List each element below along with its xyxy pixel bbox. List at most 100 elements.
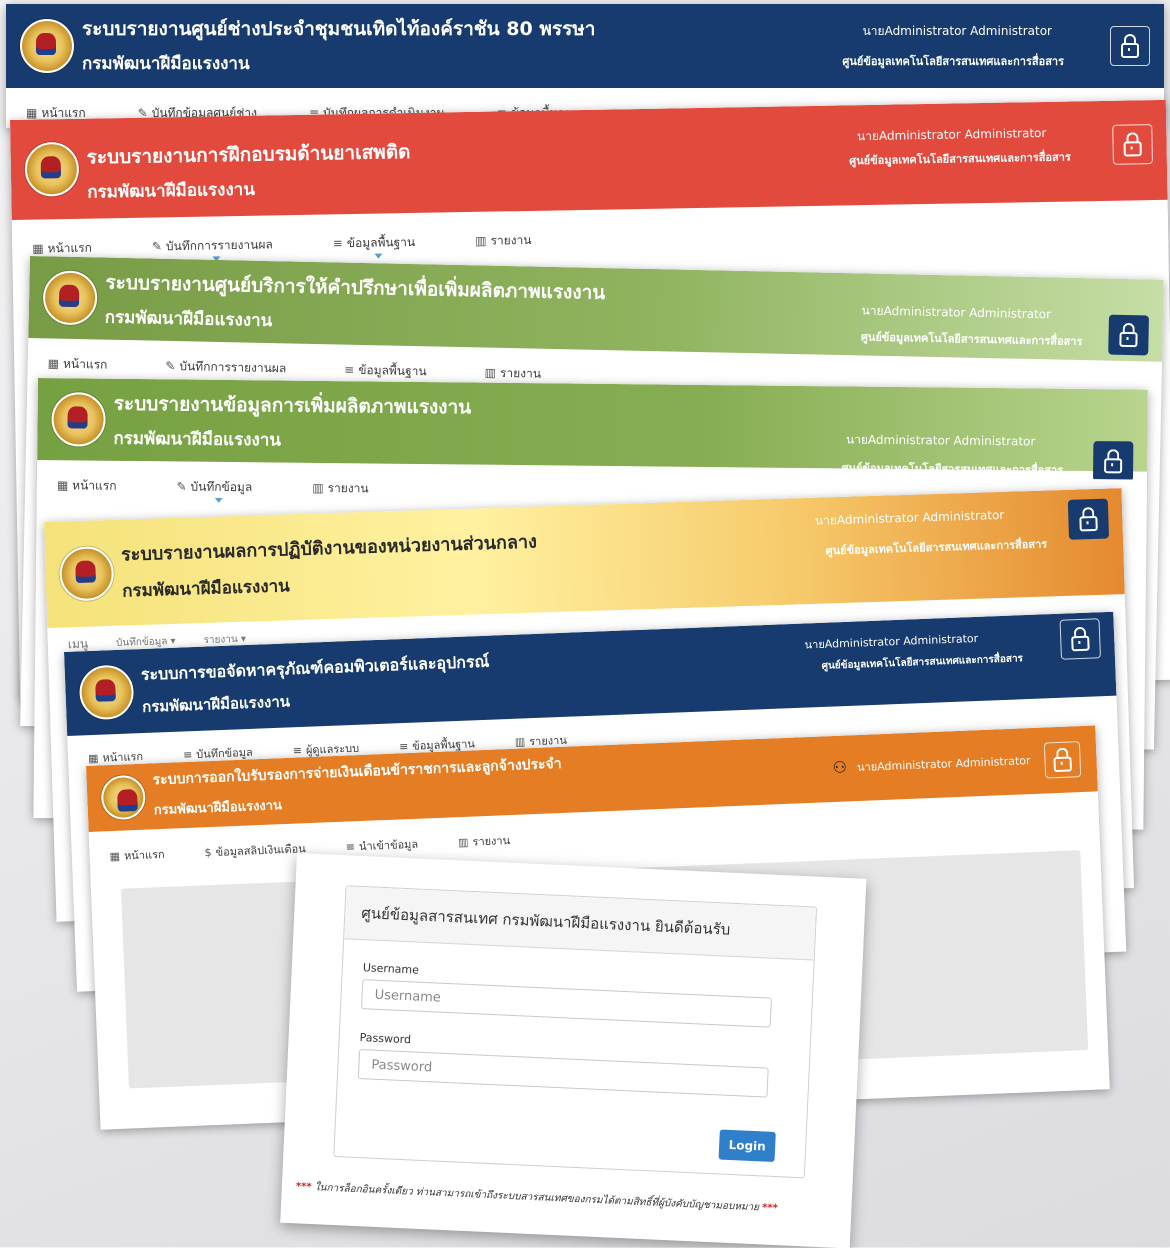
app-header: ระบบรายงานศูนย์ช่างประจำชุมชนเทิดไท้องค์… [6, 4, 1164, 88]
list-icon: ≡ [292, 743, 303, 758]
org-name: ศูนย์ข้อมูลเทคโนโลยีสารสนเทศและการสื่อสา… [825, 537, 1048, 558]
nav-home[interactable]: ▦ หน้าแรก [109, 845, 165, 865]
nav-base-data[interactable]: ≡ข้อมูลพื้นฐาน [333, 232, 416, 252]
nav-record-report[interactable]: ✎ บันทึกการรายงานผล [152, 235, 273, 256]
nav-report[interactable]: ▥รายงาน [475, 230, 532, 250]
note-marker-end: *** [761, 1202, 779, 1215]
edit-icon: ✎ [151, 238, 163, 254]
note-text: ในการล็อกอินครั้งเดียว ท่านสามารถเข้าถึง… [314, 1182, 760, 1214]
user-name: นายAdministrator Administrator [856, 125, 1047, 144]
dsd-logo-icon [78, 664, 135, 721]
nav-home[interactable]: ▦ หน้าแรก [57, 476, 117, 496]
app-title: ระบบรายงานผลการปฏิบัติงานของหน่วยงานส่วน… [120, 531, 538, 566]
nav-payslip[interactable]: $ ข้อมูลสลิปเงินเดือน [204, 839, 306, 861]
nav-base-data[interactable]: ≡ข้อมูลพื้นฐาน [344, 360, 427, 381]
user-name: นายAdministrator Administrator [861, 303, 1052, 322]
username-input[interactable]: Username [360, 979, 772, 1028]
user-name: นายAdministrator Administrator [845, 432, 1036, 449]
org-name: ศูนย์ข้อมูลเทคโนโลยีสารสนเทศและการสื่อสา… [821, 653, 1024, 672]
list-icon: ≡ [182, 748, 193, 762]
logout-button[interactable] [1059, 618, 1102, 660]
user-name: นายAdministrator Administrator [804, 631, 979, 652]
dsd-logo-icon [51, 392, 106, 447]
password-input[interactable]: Password [357, 1049, 769, 1098]
list-icon: ≡ [398, 739, 409, 754]
lock-icon [1119, 331, 1138, 347]
logout-button[interactable] [1110, 26, 1150, 66]
note-marker-start: *** [295, 1181, 312, 1193]
login-heading: ศูนย์ข้อมูลสารสนเทศ กรมพัฒนาฝีมือแรงงาน … [344, 886, 817, 961]
dsd-logo-icon [58, 545, 115, 602]
app-title: ระบบรายงานข้อมูลการเพิ่มผลิตภาพแรงงาน [113, 392, 472, 419]
list-icon: ≡ [345, 840, 356, 854]
nav-report[interactable]: ▥รายงาน [484, 363, 542, 383]
dsd-logo-icon [100, 774, 147, 821]
dept-name: กรมพัฒนาฝีมือแรงงาน [87, 179, 256, 203]
bar-chart-icon: ▥ [475, 233, 487, 248]
grid-icon: ▦ [32, 240, 44, 256]
grid-icon: ▦ [109, 849, 121, 864]
bar-chart-icon: ▥ [312, 480, 324, 495]
username-label: Username [362, 961, 420, 977]
dept-name: กรมพัฒนาฝีมือแรงงาน [113, 428, 282, 451]
logout-button[interactable] [1108, 314, 1150, 356]
app-title: ระบบรายงานศูนย์ช่างประจำชุมชนเทิดไท้องค์… [82, 18, 596, 40]
dept-name: กรมพัฒนาฝีมือแรงงาน [141, 692, 291, 717]
lock-icon [1079, 515, 1098, 531]
user-name: นายAdministrator Administrator [862, 24, 1052, 38]
login-panel: ศูนย์ข้อมูลสารสนเทศ กรมพัฒนาฝีมือแรงงาน … [333, 885, 818, 1179]
password-label: Password [359, 1031, 412, 1047]
dept-name: กรมพัฒนาฝีมือแรงงาน [121, 576, 291, 602]
edit-icon: ✎ [176, 478, 187, 494]
logout-button[interactable] [1112, 124, 1153, 165]
app-header: ระบบรายงานข้อมูลการเพิ่มผลิตภาพแรงงาน กร… [37, 378, 1148, 482]
bar-chart-icon: ▥ [514, 735, 526, 749]
login-card: ศูนย์ข้อมูลสารสนเทศ กรมพัฒนาฝีมือแรงงาน … [280, 853, 867, 1248]
app-title: ระบบรายงานศูนย์บริการให้คำปรึกษาเพื่อเพิ… [105, 271, 606, 305]
login-note: *** ในการล็อกอินครั้งเดียว ท่านสามารถเข้… [296, 1179, 779, 1216]
nav-report[interactable]: ▥รายงาน [458, 831, 511, 851]
edit-icon: ✎ [165, 358, 176, 373]
grid-icon: ▦ [87, 751, 99, 766]
grid-icon: ▦ [56, 477, 69, 492]
dept-name: กรมพัฒนาฝีมือแรงงาน [153, 798, 283, 819]
app-title: ระบบการขอจัดหาครุภัณฑ์คอมพิวเตอร์และอุปก… [140, 651, 490, 685]
lock-icon [1104, 457, 1123, 473]
nav-bar: ▦ หน้าแรก ✎ บันทึกการรายงานผล ≡ ข้อมูลพื้นฐ… [11, 211, 1169, 266]
grid-icon: ▦ [26, 105, 38, 120]
dollar-icon: $ [204, 846, 212, 860]
nav-report[interactable]: ▥รายงาน [312, 478, 369, 498]
dept-name: กรมพัฒนาฝีมือแรงงาน [82, 54, 250, 74]
user-icon: ⚇ [832, 757, 848, 778]
logout-button[interactable] [1092, 441, 1134, 482]
nav-record-data[interactable]: ✎ บันทึกข้อมูล [176, 477, 252, 497]
list-icon: ≡ [344, 362, 355, 377]
list-icon: ≡ [332, 235, 343, 250]
org-name: ศูนย์ข้อมูลเทคโนโลยีสารสนเทศและการสื่อสา… [842, 55, 1064, 68]
grid-icon: ▦ [47, 355, 60, 371]
dsd-logo-icon [20, 19, 74, 73]
org-name: ศูนย์ข้อมูลเทคโนโลยีสารสนเทศและการสื่อสา… [849, 150, 1071, 168]
user-name: นายAdministrator Administrator [856, 753, 1031, 774]
dept-name: กรมพัฒนาฝีมือแรงงาน [104, 307, 273, 332]
lock-icon [1123, 140, 1142, 157]
lock-icon [1121, 33, 1139, 58]
logout-button[interactable] [1043, 741, 1082, 779]
user-name: นายAdministrator Administrator [814, 507, 1005, 528]
app-title: ระบบรายงานการฝึกอบรมด้านยาเสพติด [86, 141, 411, 169]
user-info: ⚇ นายAdministrator Administrator [832, 750, 1031, 777]
lock-icon [1053, 755, 1072, 772]
bar-chart-icon: ▥ [484, 365, 497, 380]
nav-home[interactable]: ▦ หน้าแรก [48, 354, 108, 374]
nav-record-report[interactable]: ✎ บันทึกการรายงานผล [165, 356, 286, 378]
logout-button[interactable] [1067, 498, 1110, 540]
org-name: ศูนย์ข้อมูลเทคโนโลยีสารสนเทศและการสื่อสา… [860, 330, 1083, 349]
nav-import[interactable]: ≡ นำเข้าข้อมูล [345, 835, 418, 856]
lock-icon [1071, 635, 1090, 651]
login-button[interactable]: Login [718, 1129, 776, 1162]
app-header: ระบบรายงานการฝึกอบรมด้านยาเสพติด กรมพัฒน… [10, 99, 1168, 220]
dsd-logo-icon [24, 141, 80, 197]
org-name: ศูนย์ข้อมูลเทคโนโลยีสารสนเทศและการสื่อสา… [841, 461, 1064, 477]
nav-home[interactable]: ▦ หน้าแรก [32, 238, 92, 258]
bar-chart-icon: ▥ [457, 835, 469, 850]
